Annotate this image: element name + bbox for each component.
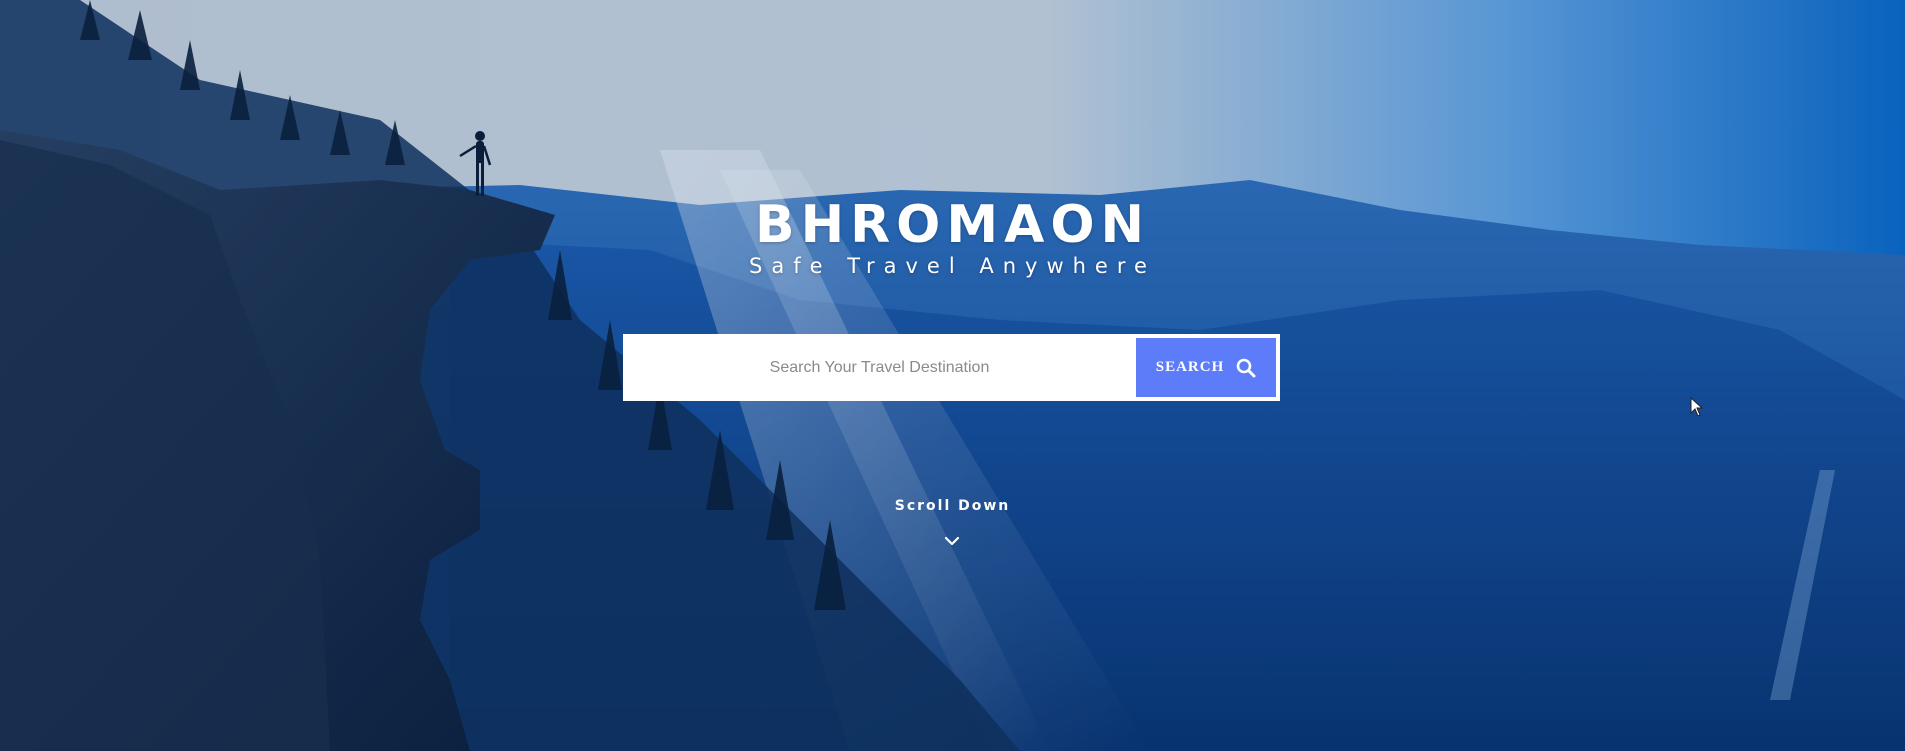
search-button-label: SEARCH xyxy=(1155,359,1225,375)
chevron-down-icon[interactable] xyxy=(944,535,960,547)
search-input[interactable] xyxy=(623,334,1136,401)
scroll-down-label[interactable]: Scroll Down xyxy=(0,498,1905,514)
hero-section: BHROMAON Safe Travel Anywhere SEARCH Scr… xyxy=(0,0,1905,751)
search-button[interactable]: SEARCH xyxy=(1136,338,1276,397)
search-icon xyxy=(1236,358,1256,377)
mouse-cursor-icon xyxy=(1690,397,1704,417)
brand-tagline: Safe Travel Anywhere xyxy=(749,254,1156,278)
brand-title: BHROMAON xyxy=(754,195,1151,255)
search-form: SEARCH xyxy=(623,334,1280,401)
